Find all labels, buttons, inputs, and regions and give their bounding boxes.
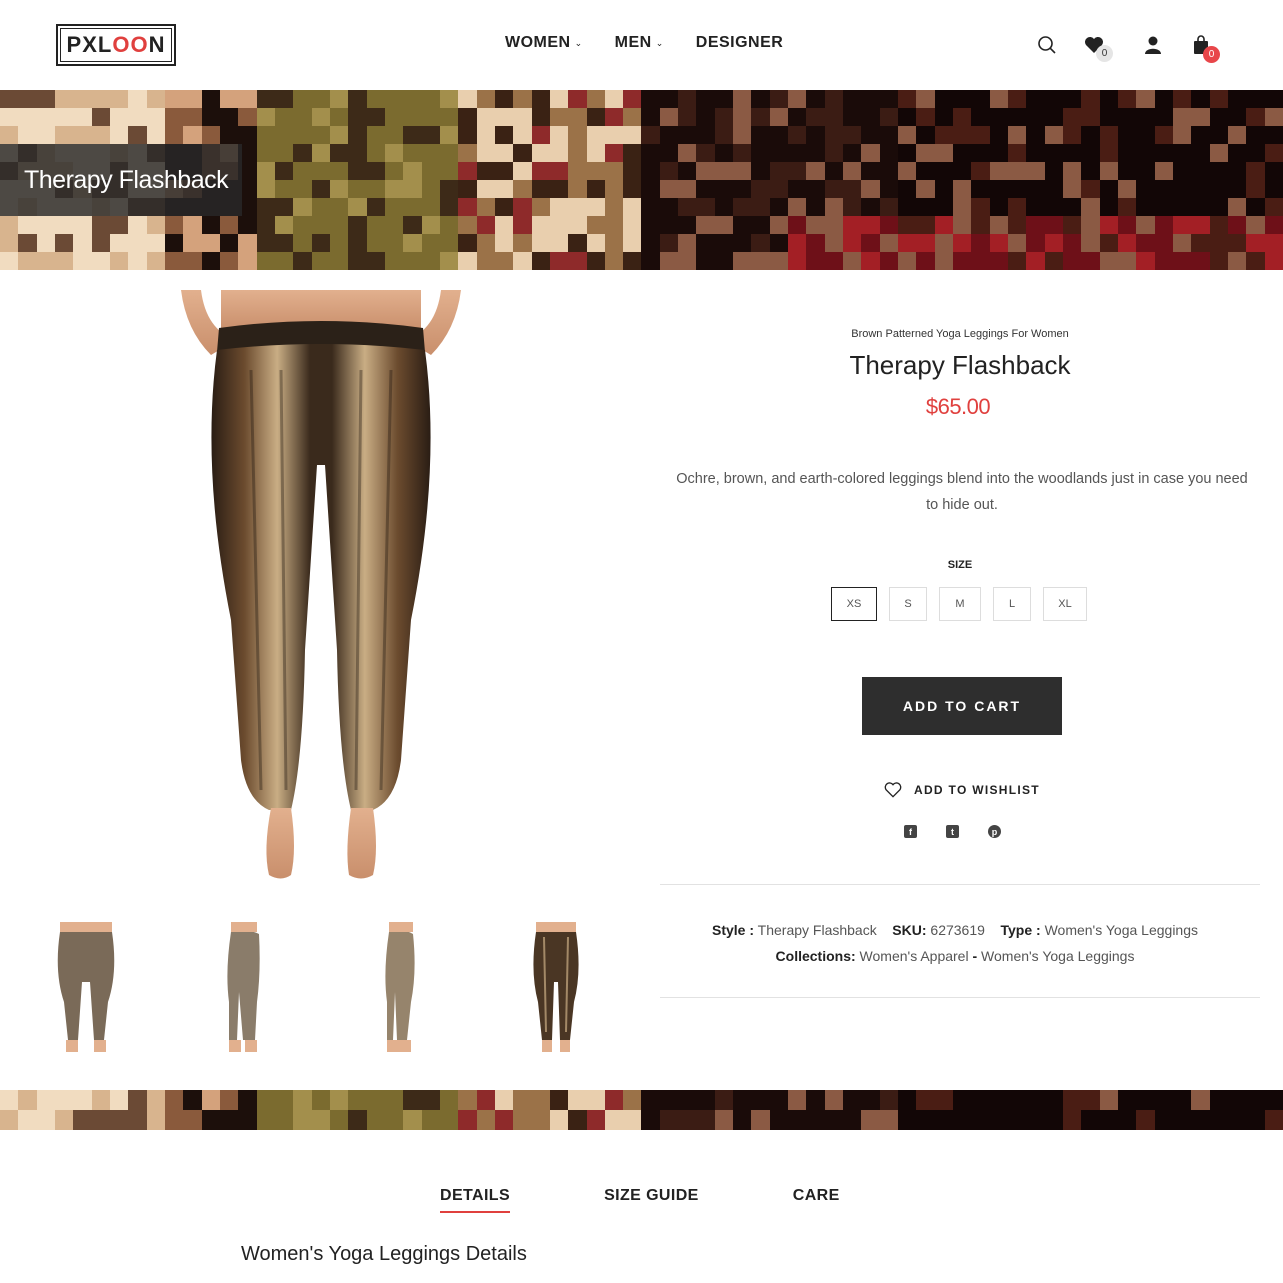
size-option-xl[interactable]: XL — [1043, 587, 1087, 621]
leggings-image — [181, 290, 461, 879]
chevron-down-icon: ⌄ — [574, 37, 583, 48]
thumbnail-4[interactable] — [486, 922, 626, 1057]
cart-button[interactable]: 0 — [1190, 34, 1220, 63]
pinterest-icon[interactable]: p — [988, 825, 1001, 838]
pattern-strip — [0, 1090, 1283, 1130]
tab-care[interactable]: CARE — [793, 1187, 840, 1213]
user-icon[interactable] — [1142, 34, 1164, 56]
cart-count-badge: 0 — [1203, 46, 1220, 63]
divider — [660, 884, 1260, 885]
details-heading: Women's Yoga Leggings Details — [241, 1243, 527, 1265]
product-main-image[interactable] — [16, 290, 626, 900]
facebook-icon[interactable]: f — [904, 825, 917, 838]
size-option-s[interactable]: S — [889, 587, 927, 621]
heart-outline-icon — [884, 782, 902, 798]
logo[interactable]: PXL OO N — [56, 24, 176, 66]
product-thumbnails — [16, 922, 626, 1057]
nav-designer[interactable]: DESIGNER — [696, 34, 784, 52]
meta-sku: 6273619 — [930, 922, 985, 938]
banner-title: Therapy Flashback — [0, 144, 242, 216]
meta-style: Therapy Flashback — [757, 922, 877, 938]
nav-women[interactable]: WOMEN ⌄ — [505, 34, 583, 52]
thumbnail-2[interactable] — [173, 922, 313, 1057]
product-title: Therapy Flashback — [849, 350, 1071, 380]
product-meta: Style : Therapy Flashback SKU: 6273619 T… — [712, 922, 1198, 964]
hero-banner: Therapy Flashback — [0, 90, 1283, 270]
tab-size-guide[interactable]: SIZE GUIDE — [604, 1187, 699, 1213]
wishlist-button[interactable]: 0 — [1083, 34, 1113, 62]
product-price: $65.00 — [925, 394, 991, 419]
size-option-l[interactable]: L — [993, 587, 1031, 621]
size-selector: XS S M L XL — [831, 587, 1087, 621]
product-category: Brown Patterned Yoga Leggings For Women — [851, 328, 1069, 340]
collection-link-2[interactable]: Women's Yoga Leggings — [981, 948, 1134, 964]
product-description: Ochre, brown, and earth-colored leggings… — [676, 471, 1248, 513]
thumbnail-1[interactable] — [16, 922, 156, 1057]
thumbnail-3[interactable] — [329, 922, 469, 1057]
tab-details[interactable]: DETAILS — [440, 1187, 511, 1213]
size-label: SIZE — [947, 559, 973, 571]
divider — [660, 997, 1260, 998]
search-icon[interactable] — [1036, 34, 1058, 56]
size-option-xs[interactable]: XS — [831, 587, 877, 621]
twitter-icon[interactable]: t — [946, 825, 959, 838]
add-to-cart-button[interactable]: ADD TO CART — [862, 677, 1062, 735]
main-nav: WOMEN ⌄ MEN ⌄ DESIGNER — [505, 34, 783, 52]
chevron-down-icon: ⌄ — [655, 37, 664, 48]
size-option-m[interactable]: M — [939, 587, 981, 621]
collection-link-1[interactable]: Women's Apparel — [860, 948, 969, 964]
add-to-wishlist-button[interactable]: ADD TO WISHLIST — [884, 782, 1040, 798]
product-tabs: DETAILS SIZE GUIDE CARE — [440, 1187, 840, 1213]
nav-men[interactable]: MEN ⌄ — [615, 34, 664, 52]
site-header: PXL OO N WOMEN ⌄ MEN ⌄ DESIGNER 0 0 — [0, 0, 1283, 90]
social-share: f t p — [904, 825, 1001, 838]
meta-type: Women's Yoga Leggings — [1044, 922, 1198, 938]
wishlist-count-badge: 0 — [1096, 45, 1113, 62]
